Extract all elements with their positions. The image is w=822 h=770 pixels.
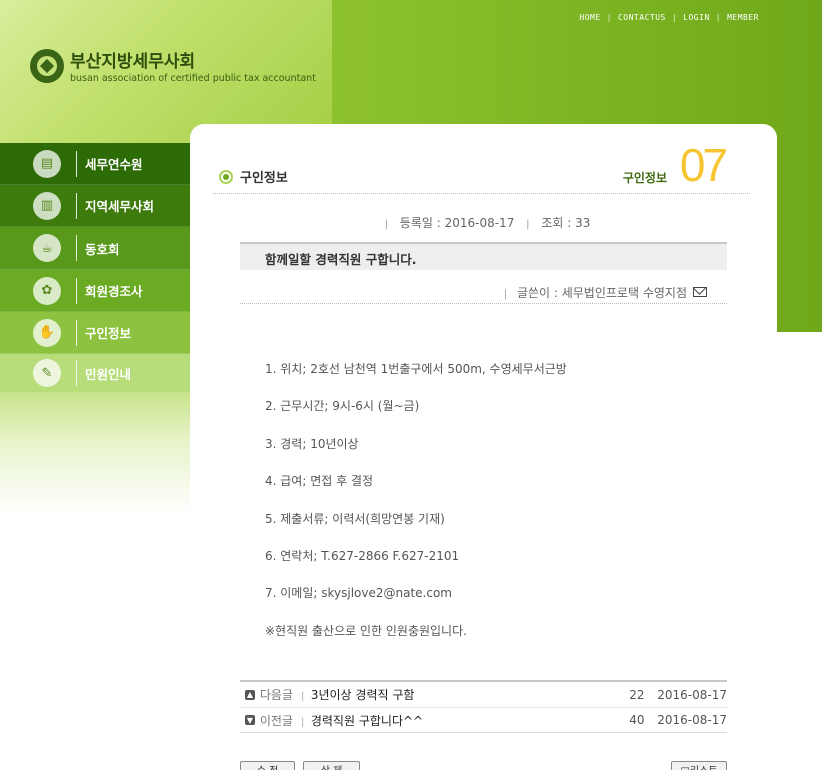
post-author: 글쓴이 : 세무법인프로택 수영지점	[516, 286, 687, 300]
sidebar-menu: ▤ 세무연수원 ▥ 지역세무사회 ☕ 동호회 ✿ 회원경조사 ✋ 구인정보 ✎ …	[0, 143, 190, 393]
sidebar-item-label: 구인정보	[85, 326, 132, 341]
page-header: 구인정보 구인정보 07	[213, 139, 750, 194]
next-post-hits: 22	[629, 687, 645, 702]
flower-icon: ✿	[33, 276, 61, 305]
prev-post-subject[interactable]: 경력직원 구합니다^^	[311, 712, 605, 729]
list-button[interactable]: □리스트	[671, 761, 727, 770]
body-line: 2. 근무시간; 9시-6시 (월~금)	[265, 399, 420, 414]
nav-contactus-link[interactable]: CONTACTUS	[618, 13, 666, 22]
next-post-label: 다음글	[259, 688, 293, 702]
post-views: 조회 : 33	[541, 216, 591, 230]
edit-button[interactable]: 수 정	[240, 761, 295, 770]
logo-korean-name: 부산지방세무사회	[70, 52, 196, 72]
sidebar-item-tax-training[interactable]: ▤ 세무연수원	[0, 143, 190, 185]
sidebar-item-label: 동호회	[85, 241, 120, 257]
handshake-icon: ✋	[33, 318, 61, 347]
prev-post-row[interactable]: ▼ 이전글 | 경력직원 구합니다^^ 40 2016-08-17	[240, 707, 727, 732]
sidebar-item-label: 회원경조사	[85, 284, 143, 299]
logo-english-name: busan association of certified public ta…	[70, 73, 316, 84]
chevron-down-icon: ▼	[245, 715, 255, 725]
sidebar-item-label: 지역세무사회	[85, 199, 155, 214]
sidebar-item-job-info[interactable]: ✋ 구인정보	[0, 312, 190, 354]
prev-post-hits: 40	[629, 713, 645, 727]
right-background	[776, 332, 822, 770]
nav-login-link[interactable]: LOGIN	[683, 13, 710, 22]
post-navigation: ▲ 다음글 | 3년이상 경력직 구함 22 2016-08-17 ▼ 이전글 | …	[240, 680, 727, 733]
sidebar-item-label: 민원인내	[85, 366, 132, 382]
mail-icon[interactable]	[693, 287, 707, 297]
page-title: 구인정보	[240, 171, 288, 186]
bullet-icon	[219, 169, 233, 184]
body-line: 6. 연락처; T.627-2866 F.627-2101	[265, 548, 460, 563]
coffee-icon: ☕	[33, 234, 61, 262]
pen-icon: ✎	[33, 359, 61, 387]
body-line: 3. 경력; 10년이상	[265, 436, 359, 451]
sidebar-item-regional-association[interactable]: ▥ 지역세무사회	[0, 185, 190, 227]
sidebar-item-club[interactable]: ☕ 동호회	[0, 227, 190, 270]
book-icon: ▤	[33, 149, 61, 178]
body-line: 4. 급여; 면접 후 결정	[265, 474, 374, 489]
building-icon: ▥	[33, 191, 61, 220]
body-line: 1. 위치; 2호선 남천역 1번출구에서 500m, 수영세무서근방	[265, 362, 567, 376]
sidebar-item-label: 세무연수원	[85, 157, 143, 172]
sidebar-item-member-events[interactable]: ✿ 회원경조사	[0, 270, 190, 312]
next-post-date: 2016-08-17	[657, 687, 727, 702]
delete-button[interactable]: 삭 제	[303, 761, 360, 770]
body-line: 7. 이메일; skysjlove2@nate.com	[265, 586, 452, 601]
content-card: 구인정보 구인정보 07 | 등록일 : 2016-08-17 | 조회 : 3…	[190, 124, 777, 770]
post-title: 함께일할 경력직원 구합니다.	[240, 242, 727, 270]
chevron-up-icon: ▲	[245, 689, 255, 700]
section-number: 07	[679, 139, 728, 191]
post-author-row: | 글쓴이 : 세무법인프로택 수영지점	[240, 284, 727, 304]
prev-post-label: 이전글	[259, 713, 293, 728]
prev-post-date: 2016-08-17	[657, 713, 727, 727]
post-body: 1. 위치; 2호선 남천역 1번출구에서 500m, 수영세무서근방 2. 근…	[265, 360, 567, 659]
body-line: 5. 제출서류; 이력서(희망연봉 기재)	[265, 511, 445, 526]
nav-member-link[interactable]: MEMBER	[727, 13, 759, 22]
top-navigation: HOME | CONTACTUS | LOGIN | MEMBER	[579, 13, 759, 22]
sidebar-fade	[0, 393, 190, 513]
sidebar-item-civil-guide[interactable]: ✎ 민원인내	[0, 354, 190, 393]
site-logo[interactable]: 부산지방세무사회 busan association of certified …	[30, 47, 316, 84]
next-post-subject[interactable]: 3년이상 경력직 구함	[311, 686, 605, 703]
post-date: 등록일 : 2016-08-17	[399, 216, 515, 230]
next-post-row[interactable]: ▲ 다음글 | 3년이상 경력직 구함 22 2016-08-17	[240, 682, 727, 707]
logo-emblem-icon	[30, 48, 64, 83]
section-label: 구인정보	[622, 171, 667, 185]
post-meta: | 등록일 : 2016-08-17 | 조회 : 33	[384, 216, 591, 230]
nav-home-link[interactable]: HOME	[579, 13, 600, 22]
body-line: ※현직원 출산으로 인한 인원충원입니다.	[265, 623, 467, 638]
